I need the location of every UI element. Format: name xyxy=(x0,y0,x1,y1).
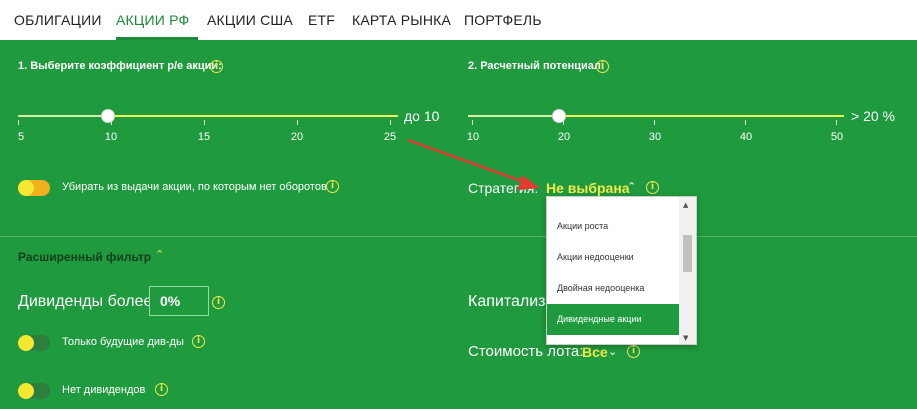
pe-tick xyxy=(297,120,298,125)
pe-slider-value: до 10 xyxy=(404,108,440,124)
no-dividends-toggle[interactable] xyxy=(18,383,50,399)
extended-filter-toggle[interactable]: Расширенный фильтр xyxy=(18,250,151,264)
strategy-option-growth[interactable]: Акции роста xyxy=(547,211,681,242)
filter-panel: 1. Выберите коэффициент p/e акции: i 5 1… xyxy=(0,40,917,409)
pe-tick xyxy=(390,120,391,125)
potential-slider-thumb[interactable] xyxy=(552,109,566,123)
tab-stocks-us[interactable]: АКЦИИ США xyxy=(207,12,293,28)
potential-tick xyxy=(654,120,655,125)
capitalization-label: Капитализа xyxy=(468,293,555,310)
tab-stocks-ru[interactable]: АКЦИИ РФ xyxy=(116,12,189,28)
top-tabs: ОБЛИГАЦИИ АКЦИИ РФ АКЦИИ США ETF КАРТА Р… xyxy=(0,0,917,40)
pe-tick-label: 25 xyxy=(383,131,397,143)
dropdown-scrollbar[interactable]: ▲ ▼ xyxy=(679,197,696,344)
potential-tick-label: 30 xyxy=(648,131,662,143)
future-dividends-label: Только будущие див-ды xyxy=(62,336,184,348)
potential-slider-value: > 20 % xyxy=(851,108,895,124)
potential-tick-label: 20 xyxy=(557,131,571,143)
future-dividends-toggle[interactable] xyxy=(18,335,50,351)
strategy-select[interactable]: Не выбрана xyxy=(546,180,630,196)
potential-slider-fill xyxy=(468,115,560,117)
chevron-up-icon[interactable]: ⌃ xyxy=(627,180,636,193)
pe-info-icon[interactable]: i xyxy=(210,60,223,73)
strategy-option-double-undervalued[interactable]: Двойная недооценка xyxy=(547,273,681,304)
strategy-label: Стратегия: xyxy=(468,180,539,196)
scrollbar-thumb[interactable] xyxy=(683,235,692,272)
no-dividends-info-icon[interactable]: i xyxy=(155,383,168,396)
lot-cost-info-icon[interactable]: i xyxy=(627,345,640,358)
strategy-option-undervalued[interactable]: Акции недооценки xyxy=(547,242,681,273)
pe-tick-label: 15 xyxy=(197,131,211,143)
hide-no-turnover-label: Убирать из выдачи акции, по которым нет … xyxy=(62,181,327,193)
dividends-input[interactable]: 0% xyxy=(149,286,209,316)
dividends-label: Дивиденды более: xyxy=(18,293,157,310)
chevron-up-icon[interactable]: ⌃ xyxy=(155,248,164,261)
tab-portfolio[interactable]: ПОРТФЕЛЬ xyxy=(464,12,542,28)
hide-no-turnover-toggle[interactable] xyxy=(18,180,50,196)
toggle-knob xyxy=(18,335,34,351)
strategy-info-icon[interactable]: i xyxy=(646,181,659,194)
pe-slider-fill xyxy=(18,115,108,117)
hide-no-turnover-info-icon[interactable]: i xyxy=(326,180,339,193)
dividends-info-icon[interactable]: i xyxy=(212,296,225,309)
no-dividends-label: Нет дивидендов xyxy=(62,384,146,396)
pe-tick-label: 5 xyxy=(17,131,25,143)
chevron-down-icon[interactable]: ⌄ xyxy=(608,345,617,358)
strategy-option-dividend[interactable]: Дивидендные акции xyxy=(547,304,681,335)
tab-bonds[interactable]: ОБЛИГАЦИИ xyxy=(14,12,102,28)
scroll-down-icon[interactable]: ▼ xyxy=(683,334,688,342)
pe-filter-label: 1. Выберите коэффициент p/e акции: xyxy=(18,60,222,72)
pe-tick xyxy=(18,120,19,125)
section-divider xyxy=(0,236,917,237)
potential-info-icon[interactable]: i xyxy=(596,60,609,73)
potential-tick-label: 40 xyxy=(739,131,753,143)
toggle-knob xyxy=(18,180,34,196)
lot-cost-label: Стоимость лота: xyxy=(468,343,584,360)
strategy-dropdown[interactable]: Акции роста Акции недооценки Двойная нед… xyxy=(546,196,697,345)
potential-tick xyxy=(745,120,746,125)
potential-filter-label: 2. Расчетный потенциал: xyxy=(468,60,605,72)
scroll-up-icon[interactable]: ▲ xyxy=(683,201,688,209)
pe-slider-thumb[interactable] xyxy=(101,109,115,123)
lot-cost-select[interactable]: Все xyxy=(582,344,608,360)
potential-tick xyxy=(472,120,473,125)
pe-tick xyxy=(204,120,205,125)
tab-market-map[interactable]: КАРТА РЫНКА xyxy=(352,12,451,28)
potential-tick-label: 10 xyxy=(466,131,480,143)
tab-etf[interactable]: ETF xyxy=(308,12,335,28)
future-dividends-info-icon[interactable]: i xyxy=(192,335,205,348)
toggle-knob xyxy=(18,383,34,399)
potential-tick-label: 50 xyxy=(830,131,844,143)
pe-tick-label: 10 xyxy=(104,131,118,143)
pe-tick-label: 20 xyxy=(290,131,304,143)
potential-tick xyxy=(836,120,837,125)
